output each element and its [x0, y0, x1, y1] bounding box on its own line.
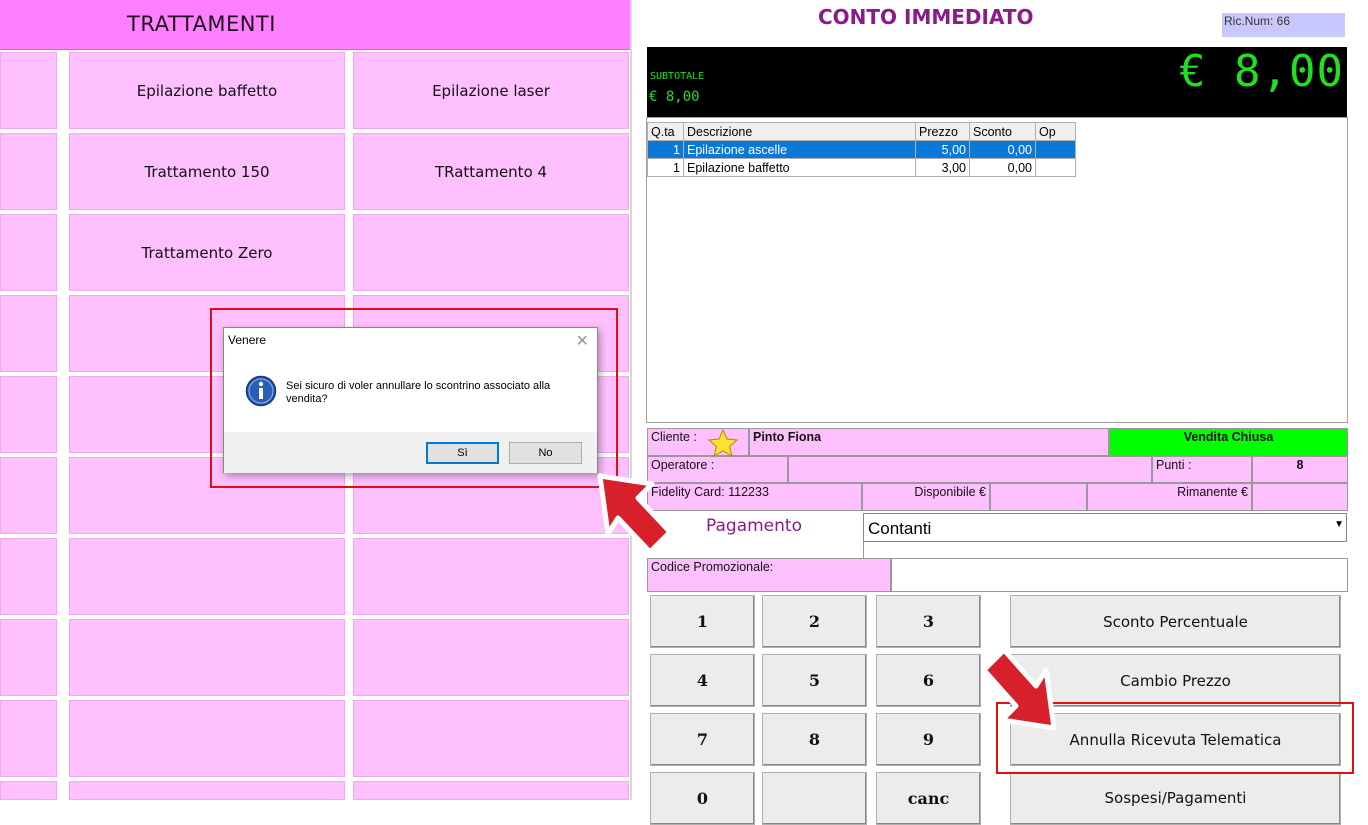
tile-c0-r7[interactable] [0, 619, 57, 696]
yes-button[interactable]: Sì [426, 442, 499, 464]
dialog-message: Sei sicuro di voler annullare lo scontri… [286, 380, 551, 405]
tile-c0-r6[interactable] [0, 538, 57, 615]
cliente-value-cell[interactable]: Pinto Fiona [749, 428, 1109, 456]
key-6[interactable]: 6 [876, 654, 981, 707]
cliente-value: Pinto Fiona [753, 430, 822, 444]
close-icon[interactable]: ✕ [576, 331, 589, 351]
row-prezzo: 5,00 [915, 140, 970, 159]
tile-c1-r6[interactable] [69, 538, 345, 615]
row-op [1035, 158, 1076, 177]
row-descrizione: Epilazione baffetto [683, 158, 916, 177]
tile-trattamento-zero[interactable]: Trattamento Zero [69, 214, 345, 291]
pagamento-value: Contanti [868, 519, 932, 538]
operatore-value-cell[interactable] [788, 456, 1152, 483]
rimanente-label: Rimanente € [1177, 485, 1248, 499]
items-table: Q.ta Descrizione Prezzo Sconto Op 1 Epil… [647, 122, 1076, 177]
tile-epilazione-laser[interactable]: Epilazione laser [353, 52, 629, 129]
tile-c0-r8[interactable] [0, 700, 57, 777]
total-amount: € 8,00 [1179, 46, 1344, 97]
star-icon[interactable] [706, 428, 740, 458]
row-qta: 1 [647, 158, 684, 177]
col-qta[interactable]: Q.ta [647, 122, 684, 141]
key-3[interactable]: 3 [876, 595, 981, 648]
tile-c2-r7[interactable] [353, 619, 629, 696]
punti-value: 8 [1296, 458, 1304, 472]
tile-c1-r7[interactable] [69, 619, 345, 696]
disponibile-label-cell: Disponibile € [862, 483, 990, 511]
key-0[interactable]: 0 [650, 772, 755, 825]
punti-value-cell: 8 [1252, 456, 1348, 483]
subtotal-label: SUBTOTALE [650, 71, 705, 82]
tile-c0-r1[interactable] [0, 133, 57, 210]
tile-c0-r3[interactable] [0, 295, 57, 372]
row-descrizione: Epilazione ascelle [683, 140, 916, 159]
key-8[interactable]: 8 [762, 713, 867, 766]
pagamento-divider [863, 542, 864, 558]
cliente-label: Cliente : [651, 430, 697, 444]
key-7[interactable]: 7 [650, 713, 755, 766]
rimanente-label-cell: Rimanente € [1087, 483, 1252, 511]
tile-c1-r9[interactable] [69, 781, 345, 800]
left-panel-border [630, 0, 632, 800]
key-2[interactable]: 2 [762, 595, 867, 648]
tile-c2-r6[interactable] [353, 538, 629, 615]
row-prezzo: 3,00 [915, 158, 970, 177]
items-table-header: Q.ta Descrizione Prezzo Sconto Op [647, 122, 1076, 141]
status-text: Vendita Chiusa [1183, 430, 1274, 444]
tile-c2-r8[interactable] [353, 700, 629, 777]
table-row[interactable]: 1 Epilazione baffetto 3,00 0,00 [647, 158, 1076, 177]
key-4[interactable]: 4 [650, 654, 755, 707]
col-op[interactable]: Op [1035, 122, 1076, 141]
disponibile-value-cell [990, 483, 1087, 511]
punti-label-cell: Punti : [1152, 456, 1252, 483]
key-5[interactable]: 5 [762, 654, 867, 707]
col-sconto[interactable]: Sconto [969, 122, 1036, 141]
left-panel-title: TRATTAMENTI [127, 12, 276, 36]
col-descrizione[interactable]: Descrizione [683, 122, 916, 141]
key-canc[interactable]: canc [876, 772, 981, 825]
codice-promozionale-input[interactable] [891, 558, 1348, 592]
left-panel-title-bar: TRATTAMENTI [0, 0, 632, 50]
tile-c0-r9[interactable] [0, 781, 57, 800]
row-sconto: 0,00 [969, 158, 1036, 177]
dropdown-arrow-icon[interactable]: ▼ [1334, 519, 1344, 530]
rimanente-value-cell [1252, 483, 1348, 511]
confirm-dialog: Venere ✕ Sei sicuro di voler annullare l… [223, 327, 598, 473]
receipt-number: Ric.Num: 66 [1222, 13, 1345, 37]
sospesi-pagamenti-button[interactable]: Sospesi/Pagamenti [1010, 772, 1341, 825]
tile-trattamento-150[interactable]: Trattamento 150 [69, 133, 345, 210]
pagamento-label: Pagamento [706, 516, 802, 536]
status-badge: Vendita Chiusa [1109, 428, 1348, 456]
pointer-arrow-icon [981, 647, 1057, 731]
tile-c0-r4[interactable] [0, 376, 57, 453]
codice-promozionale-cell: Codice Promozionale: [647, 558, 891, 592]
col-prezzo[interactable]: Prezzo [915, 122, 970, 141]
tile-c2-r9[interactable] [353, 781, 629, 800]
tile-c0-r5[interactable] [0, 457, 57, 534]
disponibile-label: Disponibile € [914, 485, 986, 499]
tile-trattamento-4[interactable]: TRattamento 4 [353, 133, 629, 210]
punti-label: Punti : [1156, 458, 1192, 472]
pointer-arrow-icon [597, 473, 673, 555]
key-blank[interactable] [762, 772, 867, 825]
dialog-title: Venere [228, 333, 267, 347]
table-row[interactable]: 1 Epilazione ascelle 5,00 0,00 [647, 140, 1076, 159]
conto-immediato-title: CONTO IMMEDIATO [818, 5, 1034, 29]
dialog-footer: Sì No [224, 432, 597, 473]
key-9[interactable]: 9 [876, 713, 981, 766]
row-sconto: 0,00 [969, 140, 1036, 159]
key-1[interactable]: 1 [650, 595, 755, 648]
tile-c2-r2[interactable] [353, 214, 629, 291]
tile-c0-r0[interactable] [0, 52, 57, 129]
no-button[interactable]: No [509, 442, 582, 464]
tile-c0-r2[interactable] [0, 214, 57, 291]
subtotal-value: € 8,00 [649, 89, 700, 105]
info-icon [245, 375, 277, 407]
tile-epilazione-baffetto[interactable]: Epilazione baffetto [69, 52, 345, 129]
tile-c1-r8[interactable] [69, 700, 345, 777]
row-op [1035, 140, 1076, 159]
pagamento-select[interactable]: Contanti ▼ [863, 513, 1347, 542]
row-qta: 1 [647, 140, 684, 159]
